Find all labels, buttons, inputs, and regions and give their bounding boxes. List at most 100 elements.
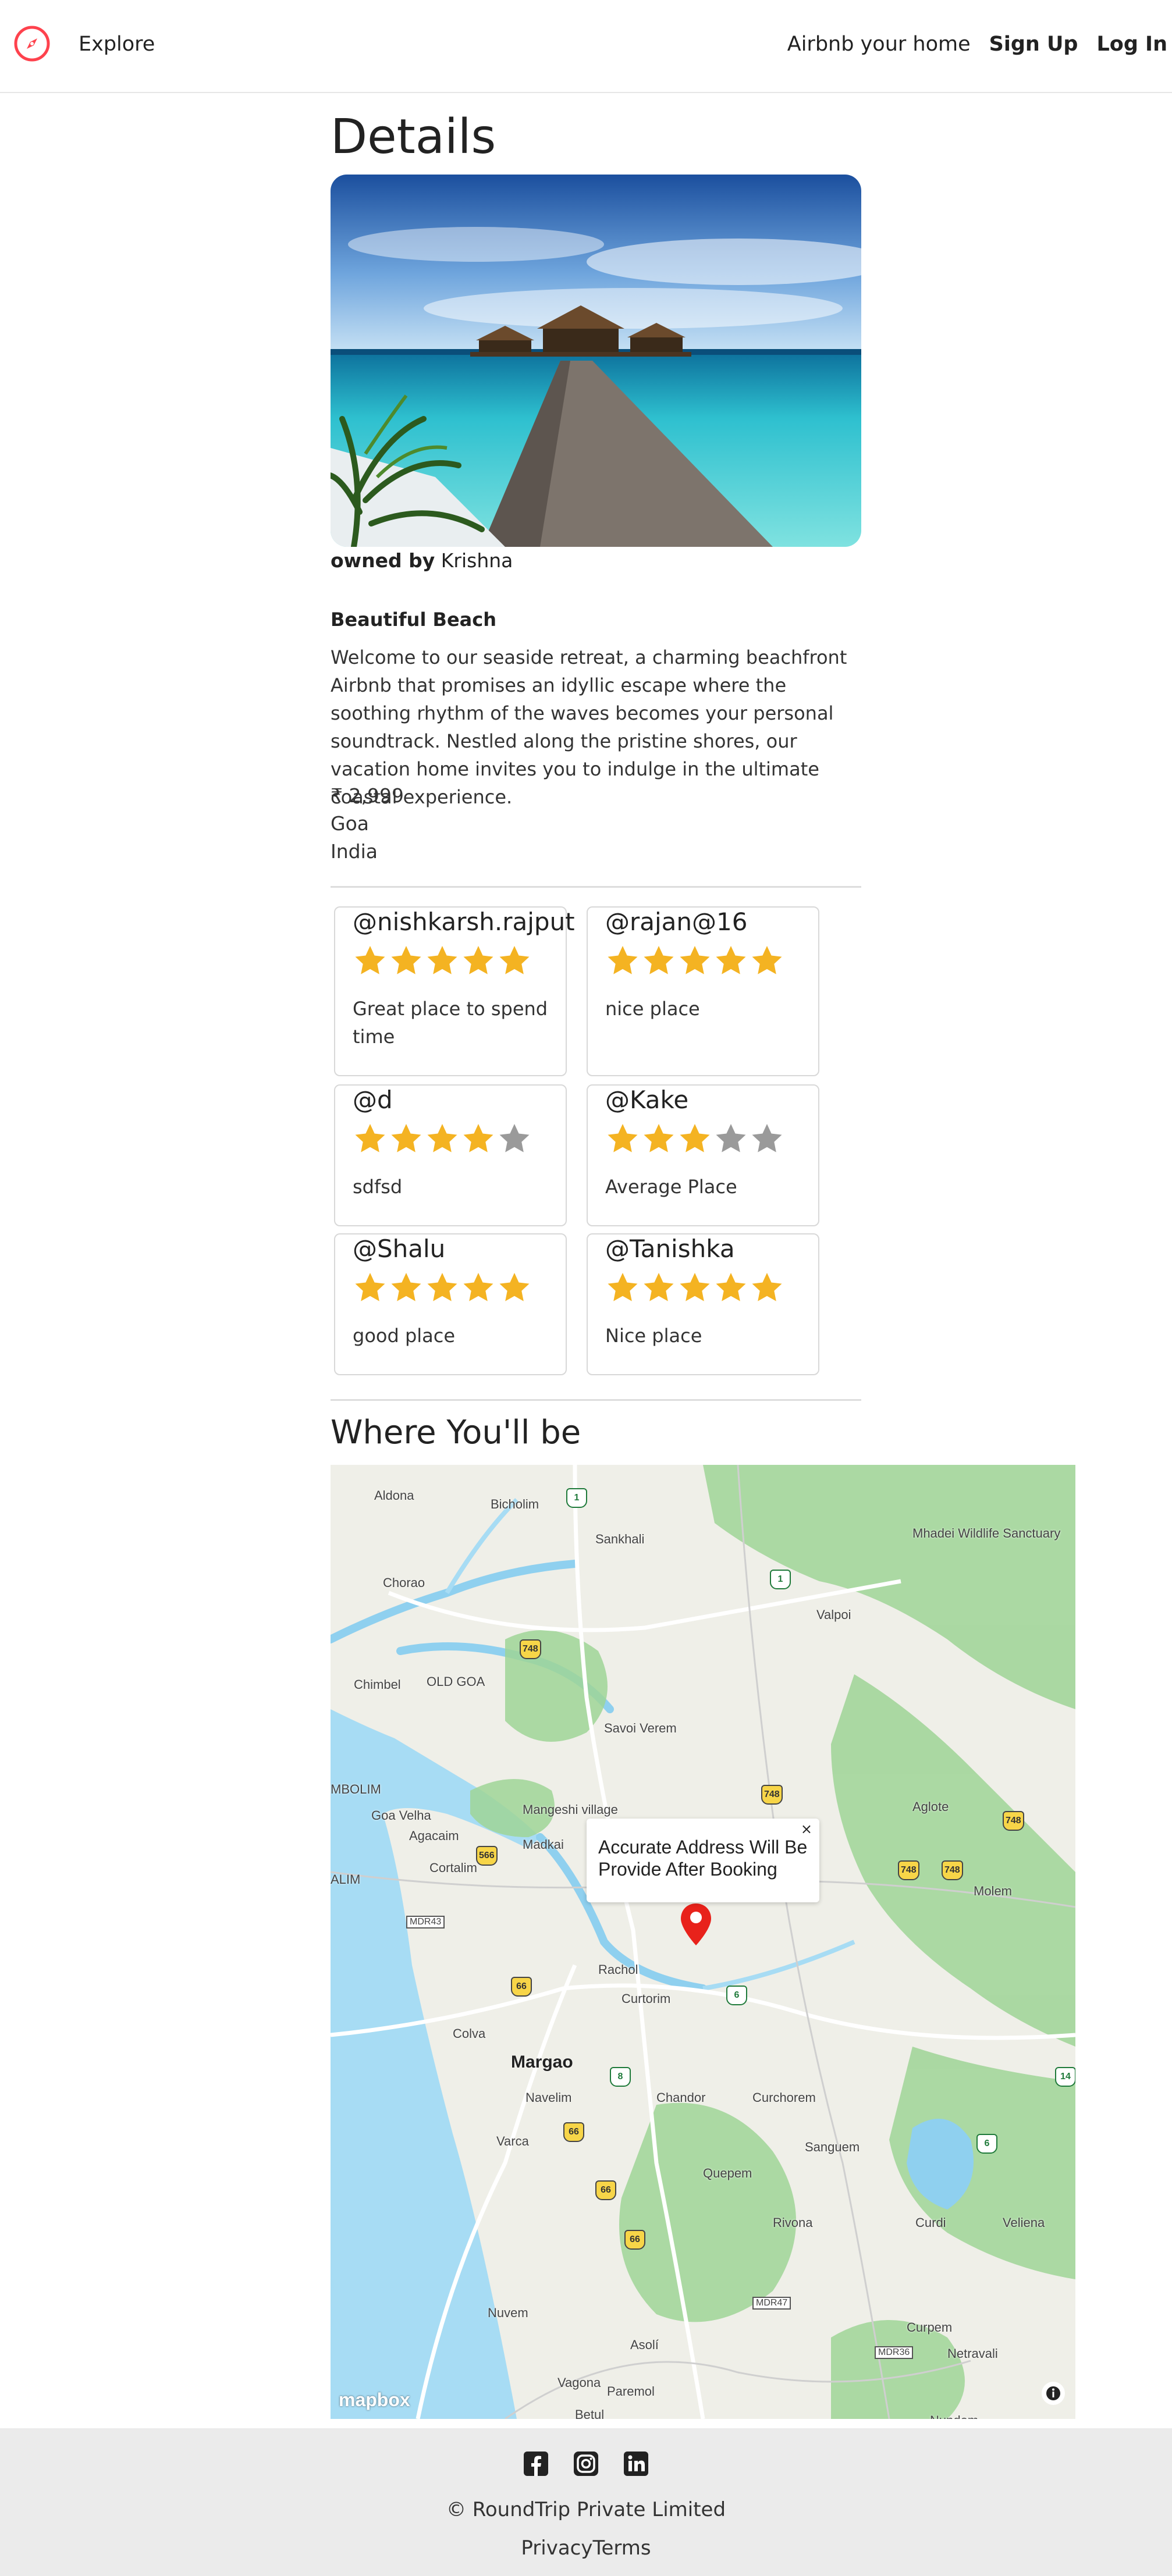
map-place-label: Curdi xyxy=(915,2215,946,2230)
star-rating xyxy=(353,1122,532,1157)
route-shield-icon: 14 xyxy=(1055,2067,1075,2087)
instagram-icon[interactable] xyxy=(573,2450,599,2477)
route-shield-icon: 748 xyxy=(898,1860,919,1880)
map-place-label: Mhadei Wildlife Sanctuary xyxy=(912,1526,1061,1540)
star-filled-icon xyxy=(680,946,710,974)
review-author: @Shalu xyxy=(353,1234,446,1263)
linkedin-icon[interactable] xyxy=(623,2450,649,2477)
facebook-icon[interactable] xyxy=(523,2450,549,2477)
star-filled-icon xyxy=(499,1273,530,1301)
map-place-label: MDR43 xyxy=(406,1916,445,1929)
star-filled-icon xyxy=(716,1273,746,1301)
listing-image xyxy=(331,175,861,547)
route-shield-icon: 6 xyxy=(726,1986,747,2005)
review-card: @nishkarsh.rajput Great place to spend ti… xyxy=(334,906,575,1076)
star-filled-icon xyxy=(644,946,674,974)
map-place-label: Cortalim xyxy=(429,1860,477,1875)
divider xyxy=(331,886,861,888)
review-card: @d sdfsd xyxy=(334,1084,567,1226)
map[interactable]: Aldona Bicholim Sankhali Mhadei Wildlife Sa… xyxy=(331,1465,1075,2419)
route-shield-icon: 748 xyxy=(942,1860,963,1880)
review-author: @Kake xyxy=(605,1086,689,1114)
review-comment: nice place xyxy=(605,998,700,1020)
route-shield-icon: 748 xyxy=(761,1785,783,1805)
privacy-link[interactable]: Privacy xyxy=(521,2536,592,2560)
star-filled-icon xyxy=(644,1124,674,1152)
review-card: @Shalu good place xyxy=(334,1233,567,1375)
terms-link[interactable]: Terms xyxy=(592,2536,651,2560)
review-comment: Great place to spend time xyxy=(353,998,548,1048)
map-place-label: Rivona xyxy=(773,2215,813,2230)
star-filled-icon xyxy=(391,1124,421,1152)
info-icon[interactable] xyxy=(1042,2382,1065,2405)
owned-by-label: owned by xyxy=(331,549,435,572)
star-filled-icon xyxy=(391,1273,421,1301)
review-card: @Tanishka Nice place xyxy=(587,1233,819,1375)
route-shield-icon: 748 xyxy=(1003,1811,1024,1831)
map-place-label: Curchorem xyxy=(752,2090,816,2105)
map-place-label: Sanguem xyxy=(805,2140,860,2154)
star-filled-icon xyxy=(427,946,457,974)
star-empty-icon xyxy=(499,1124,530,1152)
navbar: Explore Airbnb your home Sign Up Log In xyxy=(0,0,1172,93)
mapbox-attribution: mapbox xyxy=(339,2389,410,2410)
map-popup: × Accurate Address Will Be Provide After… xyxy=(587,1819,819,1902)
page-title: Details xyxy=(331,109,496,165)
sign-up-link[interactable]: Sign Up xyxy=(989,33,1078,56)
listing-description: Welcome to our seaside retreat, a charmi… xyxy=(331,646,847,808)
map-place-label: OLD GOA xyxy=(427,1674,485,1689)
map-heading: Where You'll be xyxy=(331,1414,581,1451)
copyright-text: © RoundTrip Private Limited xyxy=(446,2498,726,2521)
review-card: @rajan@16 nice place xyxy=(587,906,819,1076)
review-author: @d xyxy=(353,1086,393,1114)
review-comment: Average Place xyxy=(605,1176,737,1198)
mapbox-logo[interactable]: mapbox xyxy=(339,2389,410,2411)
map-place-label: Navelim xyxy=(525,2090,572,2105)
map-place-label: Molem xyxy=(974,1884,1013,1898)
map-place-label: Colva xyxy=(453,2026,486,2041)
map-place-label: Betul xyxy=(575,2407,605,2419)
star-rating xyxy=(605,1271,784,1305)
map-place-label: Agacaim xyxy=(409,1828,459,1843)
map-place-label: MDR47 xyxy=(752,2297,791,2310)
map-place-label: MDR36 xyxy=(875,2346,914,2359)
star-rating xyxy=(605,944,784,979)
footer-links: PrivacyTerms xyxy=(0,2536,1172,2560)
log-in-link[interactable]: Log In xyxy=(1096,33,1167,56)
route-shield-icon: 1 xyxy=(566,1488,587,1508)
star-rating xyxy=(353,1271,532,1305)
star-filled-icon xyxy=(608,946,638,974)
route-shield-icon: 6 xyxy=(976,2134,997,2154)
map-place-label: Valpoi xyxy=(816,1607,851,1622)
map-place-label: Veliena xyxy=(1003,2215,1045,2230)
social-links xyxy=(0,2450,1172,2477)
star-filled-icon xyxy=(680,1124,710,1152)
map-place-label: MBOLIM xyxy=(331,1782,381,1796)
explore-link[interactable]: Explore xyxy=(79,33,155,56)
map-place-label: Nundem xyxy=(930,2413,978,2419)
map-place-label: Aglote xyxy=(912,1799,949,1814)
location-pin-icon[interactable] xyxy=(680,1902,712,1947)
popup-close-button[interactable]: × xyxy=(801,1821,812,1837)
star-filled-icon xyxy=(644,1273,674,1301)
airbnb-your-home-link[interactable]: Airbnb your home xyxy=(787,33,971,56)
owner-line: owned by Krishna xyxy=(331,549,513,572)
map-place-label: Bicholim xyxy=(491,1497,539,1511)
star-filled-icon xyxy=(427,1273,457,1301)
map-place-label: Asolí xyxy=(630,2337,659,2352)
route-shield-icon: 66 xyxy=(595,2180,616,2200)
map-place-label: Madkai xyxy=(523,1837,564,1852)
map-place-label: Vagona xyxy=(557,2375,601,2390)
star-filled-icon xyxy=(752,946,782,974)
popup-text: Accurate Address Will Be Provide After B… xyxy=(598,1837,808,1880)
map-place-label: Chandor xyxy=(656,2090,706,2105)
footer: © RoundTrip Private Limited PrivacyTerms xyxy=(0,2428,1172,2576)
compass-icon[interactable] xyxy=(13,24,51,63)
star-filled-icon xyxy=(752,1273,782,1301)
star-filled-icon xyxy=(499,946,530,974)
star-filled-icon xyxy=(608,1273,638,1301)
star-rating xyxy=(605,1122,784,1157)
map-place-label: Paremol xyxy=(607,2384,655,2399)
map-place-label: Quepem xyxy=(703,2166,752,2180)
star-filled-icon xyxy=(680,1273,710,1301)
